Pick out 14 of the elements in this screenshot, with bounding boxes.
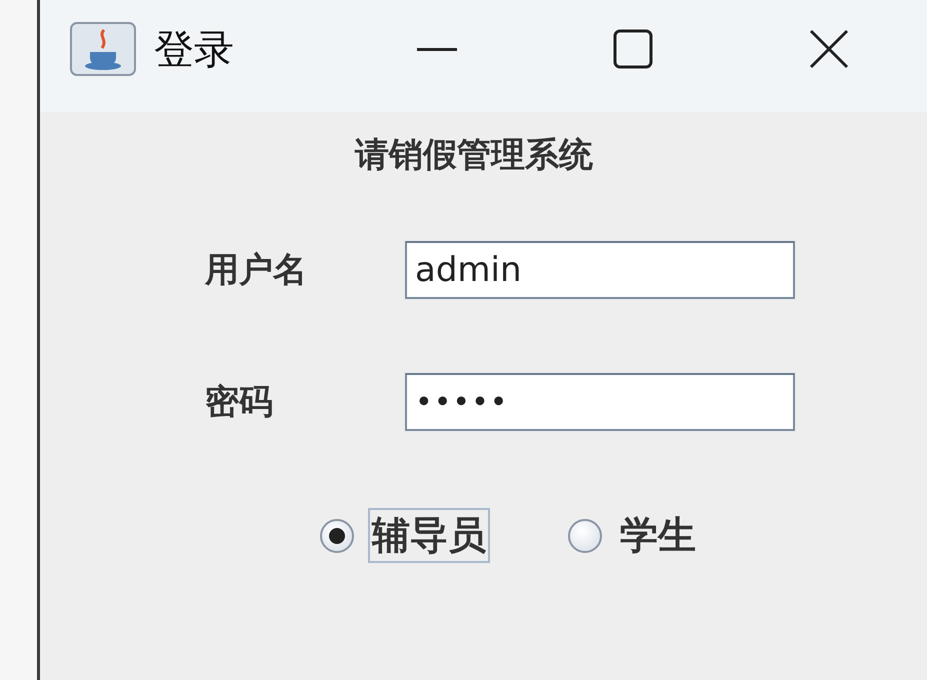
- field-label: 用户名: [205, 249, 308, 292]
- radio-label[interactable]: 辅导员: [368, 508, 490, 563]
- password-field[interactable]: •••••: [405, 373, 795, 431]
- input-field[interactable]: admin: [405, 241, 795, 299]
- maximize-icon: [611, 27, 655, 71]
- minimize-icon: [417, 48, 457, 50]
- window-title: 登录: [154, 26, 234, 74]
- radio-button[interactable]: [320, 518, 354, 552]
- radio-label[interactable]: 学生: [616, 508, 700, 563]
- app-heading: 请销假管理系统: [355, 134, 594, 177]
- coffee-cup-icon: [70, 22, 136, 76]
- radio-button[interactable]: [568, 518, 602, 552]
- field-label: 密码: [205, 381, 274, 424]
- close-icon: [807, 27, 851, 71]
